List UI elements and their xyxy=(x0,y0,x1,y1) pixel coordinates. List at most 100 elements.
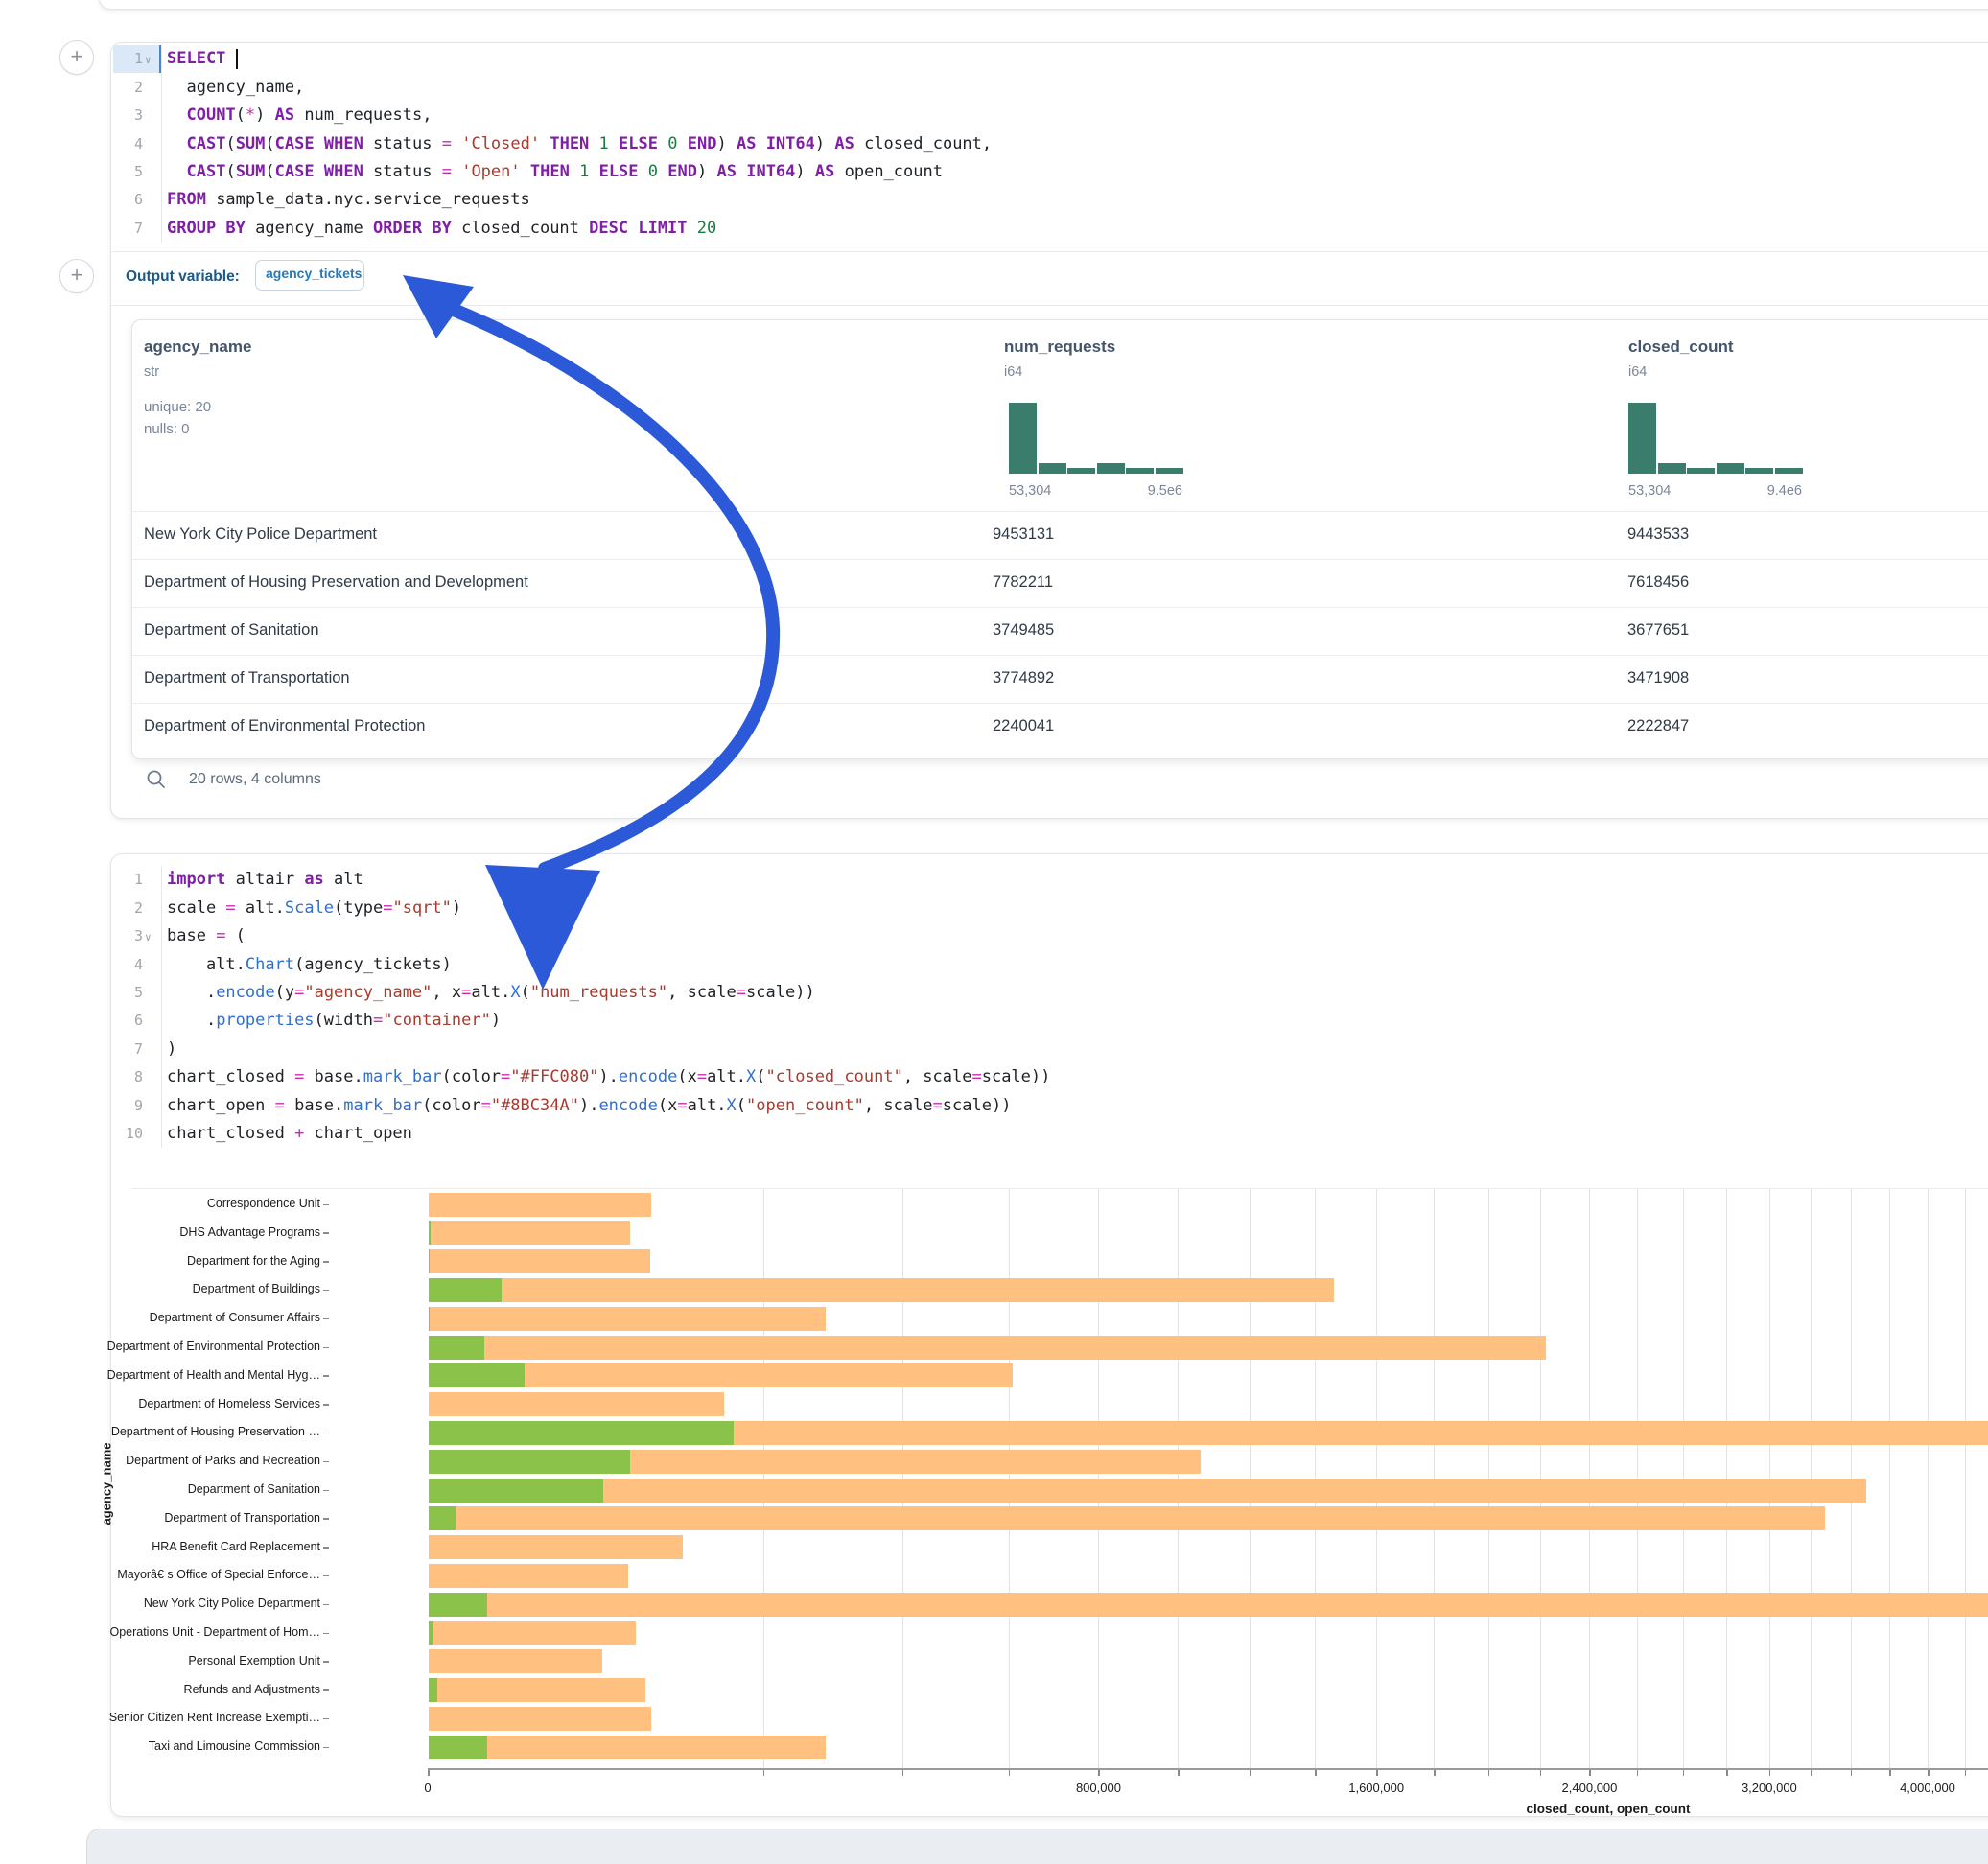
y-tick-label: Personal Exemption Unit xyxy=(0,1654,320,1667)
code-line[interactable]: 9chart_open = base.mark_bar(color="#8BC3… xyxy=(0,1092,1976,1120)
column-type: i64 xyxy=(1004,364,1022,380)
y-tick-label: Senior Citizen Rent Increase Exempti… xyxy=(0,1711,320,1724)
closed-count-bar xyxy=(429,1479,1866,1503)
y-tick-label: Refunds and Adjustments xyxy=(0,1683,320,1696)
divider xyxy=(111,305,1988,306)
code-line[interactable]: 7 GROUP BY agency_name ORDER BY closed_co… xyxy=(0,215,1976,243)
y-tick-label: Department of Transportation xyxy=(0,1511,320,1525)
axis-tick xyxy=(1178,1770,1180,1776)
hist-max-label: 9.5e6 xyxy=(1148,483,1182,499)
table-cell-value: 2240041 xyxy=(993,717,1054,735)
fold-chevron-icon[interactable]: ∨ xyxy=(145,923,152,951)
code-text: chart_open = base.mark_bar(color="#8BC34… xyxy=(167,1092,1011,1120)
axis-tick xyxy=(1726,1770,1728,1776)
code-line[interactable]: 7) xyxy=(0,1036,1976,1063)
line-number: 1 xyxy=(107,45,143,73)
code-line[interactable]: 4 CAST(SUM(CASE WHEN status = 'Closed' T… xyxy=(0,130,1976,158)
histogram-bar xyxy=(1658,463,1686,474)
axis-tick xyxy=(902,1770,904,1776)
closed-count-bar xyxy=(429,1249,650,1273)
axis-tick xyxy=(323,1232,329,1234)
code-line[interactable]: 3 COUNT(*) AS num_requests, xyxy=(0,102,1976,129)
line-number: 5 xyxy=(107,979,143,1007)
axis-tick xyxy=(1540,1770,1542,1776)
line-number: 5 xyxy=(107,158,143,186)
code-line[interactable]: 8chart_closed = base.mark_bar(color="#FF… xyxy=(0,1063,1976,1091)
code-text: GROUP BY agency_name ORDER BY closed_cou… xyxy=(167,215,716,243)
axis-tick xyxy=(1376,1770,1378,1776)
axis-tick xyxy=(1488,1770,1490,1776)
code-line[interactable]: 2scale = alt.Scale(type="sqrt") xyxy=(0,895,1976,922)
table-cell-value: 2222847 xyxy=(1627,717,1689,735)
open-count-bar xyxy=(429,1336,484,1360)
code-line[interactable]: 10chart_closed + chart_open xyxy=(0,1120,1976,1148)
closed-count-bar xyxy=(429,1278,1334,1302)
x-axis-title: closed_count, open_count xyxy=(1526,1802,1690,1816)
code-text: alt.Chart(agency_tickets) xyxy=(167,951,452,979)
axis-tick xyxy=(1637,1770,1639,1776)
fold-chevron-icon[interactable]: ∨ xyxy=(145,46,152,74)
axis-tick xyxy=(323,1547,329,1549)
line-number: 7 xyxy=(107,215,143,243)
code-text: .properties(width="container") xyxy=(167,1007,501,1035)
column-header-closed-count[interactable]: closed_count xyxy=(1628,338,1734,357)
line-number: 4 xyxy=(107,130,143,158)
next-cell-edge[interactable] xyxy=(86,1829,1988,1864)
code-text: scale = alt.Scale(type="sqrt") xyxy=(167,895,461,922)
code-line[interactable]: 2 agency_name, xyxy=(0,74,1976,102)
hist-min-label: 53,304 xyxy=(1009,483,1051,499)
column-header-agency-name[interactable]: agency_name xyxy=(144,338,251,357)
open-count-bar xyxy=(429,1421,734,1445)
y-tick-label: HRA Benefit Card Replacement xyxy=(0,1540,320,1553)
line-number: 1 xyxy=(107,866,143,894)
num-requests-histogram xyxy=(1009,403,1183,474)
axis-tick xyxy=(323,1461,329,1463)
table-cell-value: 3774892 xyxy=(993,669,1054,687)
code-line[interactable]: 4 alt.Chart(agency_tickets) xyxy=(0,951,1976,979)
code-line[interactable]: 3∨base = ( xyxy=(0,922,1976,950)
code-line[interactable]: 5 CAST(SUM(CASE WHEN status = 'Open' THE… xyxy=(0,158,1976,186)
open-count-bar xyxy=(429,1593,487,1617)
table-dimensions-label: 20 rows, 4 columns xyxy=(189,771,321,788)
axis-tick xyxy=(323,1347,329,1349)
table-cell-agency: New York City Police Department xyxy=(144,525,377,544)
line-number: 3 xyxy=(107,922,143,950)
output-variable-badge[interactable]: agency_tickets xyxy=(255,260,364,291)
add-cell-button-output[interactable]: + xyxy=(59,259,94,293)
y-tick-label: Taxi and Limousine Commission xyxy=(0,1739,320,1753)
code-text: COUNT(*) AS num_requests, xyxy=(167,102,432,129)
y-tick-label: Department of Buildings xyxy=(0,1282,320,1295)
code-line[interactable]: 6FROM sample_data.nyc.service_requests xyxy=(0,186,1976,214)
column-header-num-requests[interactable]: num_requests xyxy=(1004,338,1115,357)
open-count-bar xyxy=(429,1450,630,1474)
open-count-bar xyxy=(429,1678,437,1702)
search-icon[interactable] xyxy=(146,769,167,795)
y-tick-label: Department of Homeless Services xyxy=(0,1397,320,1410)
closed-count-bar xyxy=(429,1707,651,1731)
code-line[interactable]: 1∨SELECT xyxy=(0,45,1976,73)
column-null-count: nulls: 0 xyxy=(144,421,190,437)
hist-min-label: 53,304 xyxy=(1628,483,1671,499)
axis-tick xyxy=(323,1204,329,1206)
line-number: 2 xyxy=(107,74,143,102)
code-line[interactable]: 6 .properties(width="container") xyxy=(0,1007,1976,1035)
histogram-bar xyxy=(1745,468,1773,474)
row-separator xyxy=(132,559,1988,560)
table-cell-value: 3749485 xyxy=(993,621,1054,640)
line-number: 6 xyxy=(107,1007,143,1035)
y-tick-label: Department of Consumer Affairs xyxy=(0,1311,320,1324)
divider xyxy=(131,1188,1988,1189)
closed-count-bar xyxy=(429,1736,826,1759)
closed-count-bar xyxy=(429,1621,636,1645)
gridline xyxy=(1965,1189,1966,1768)
code-line[interactable]: 1import altair as alt xyxy=(0,866,1976,894)
axis-tick xyxy=(1851,1770,1853,1776)
y-tick-label: Correspondence Unit xyxy=(0,1197,320,1210)
y-tick-label: Department of Parks and Recreation xyxy=(0,1454,320,1467)
x-tick-label: 1,600,000 xyxy=(1348,1781,1404,1795)
text-cursor xyxy=(236,49,238,69)
code-text: chart_closed + chart_open xyxy=(167,1120,412,1148)
code-line[interactable]: 5 .encode(y="agency_name", x=alt.X("num_… xyxy=(0,979,1976,1007)
open-count-bar xyxy=(429,1479,603,1503)
closed-count-bar xyxy=(429,1307,826,1331)
